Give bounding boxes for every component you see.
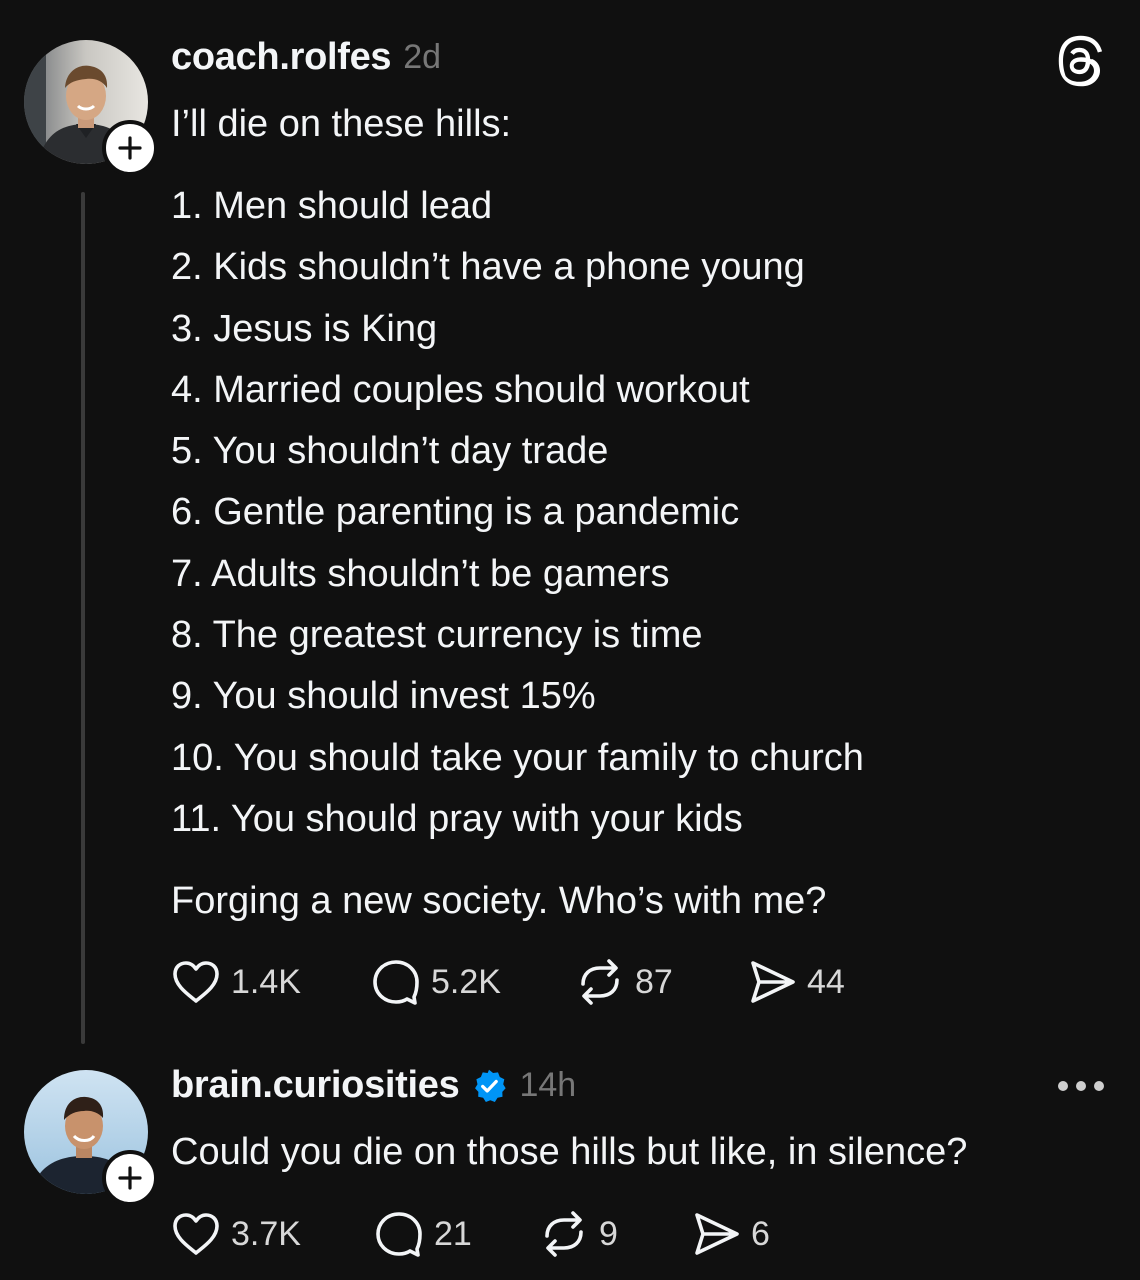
reply-button[interactable]: 21 [374,1206,472,1262]
reply-count: 5.2K [431,962,501,1001]
share-count: 6 [751,1214,770,1253]
list-item: 1. Men should lead [171,185,493,227]
reply-button[interactable]: 5.2K [371,954,501,1010]
list-item: 9. You should invest 15% [171,675,596,718]
repost-button[interactable]: 87 [575,954,673,1010]
more-options-button[interactable] [1058,1081,1104,1091]
more-icon [1076,1081,1086,1091]
author-avatar[interactable] [24,40,158,176]
reply-actions: 3.7K 21 9 6 [171,1206,971,1262]
hills-list: 1. Men should lead 2. Kids shouldn’t hav… [171,183,864,857]
comment-icon [376,1212,422,1257]
post-header: coach.rolfes 2d [171,36,441,79]
like-count: 3.7K [231,1214,301,1253]
author-username[interactable]: coach.rolfes [171,36,392,79]
threads-logo-icon[interactable] [1054,34,1104,93]
comment-icon [373,960,419,1005]
repost-count: 87 [635,962,673,1001]
plus-icon [118,136,142,160]
share-button[interactable]: 44 [747,954,845,1010]
plus-icon [118,1166,142,1190]
follow-button[interactable] [102,120,158,176]
thread-post: coach.rolfes 2d I’ll die on these hills:… [0,0,1140,1060]
list-item: 8. The greatest currency is time [171,614,703,657]
reply-header: brain.curiosities 14h [171,1064,576,1107]
repost-button[interactable]: 9 [539,1206,618,1262]
post-closing: Forging a new society. Who’s with me? [171,880,827,922]
list-item: 4. Married couples should workout [171,368,750,411]
verified-badge-icon [471,1068,507,1104]
reply-post: brain.curiosities 14h Could you die on t… [0,1060,1140,1280]
share-button[interactable]: 6 [691,1206,770,1262]
more-icon [1058,1081,1068,1091]
repost-icon [581,959,619,1005]
list-item: 3. Jesus is King [171,307,438,350]
more-icon [1094,1081,1104,1091]
follow-button[interactable] [102,1150,158,1206]
share-count: 44 [807,962,845,1001]
list-item: 5. You shouldn’t day trade [171,430,609,473]
reply-count: 21 [434,1214,472,1253]
post-intro: I’ll die on these hills: [171,103,512,145]
post-actions: 1.4K 5.2K 87 44 [171,954,971,1010]
list-item: 10. You should take your family to churc… [171,736,864,779]
list-item: 2. Kids shouldn’t have a phone young [171,246,805,289]
repost-icon [545,1211,583,1257]
like-count: 1.4K [231,962,301,1001]
reply-text: Could you die on those hills but like, i… [171,1131,968,1173]
list-item: 7. Adults shouldn’t be gamers [171,552,670,595]
post-timestamp[interactable]: 2d [403,38,441,77]
like-button[interactable]: 1.4K [171,954,301,1010]
heart-icon [173,961,219,1003]
like-button[interactable]: 3.7K [171,1206,301,1262]
list-item: 11. You should pray with your kids [171,797,743,840]
thread-connector-line [81,192,85,1044]
send-icon [751,961,795,1003]
heart-icon [173,1213,219,1255]
list-item: 6. Gentle parenting is a pandemic [171,491,740,534]
send-icon [695,1213,739,1255]
reply-author-avatar[interactable] [24,1070,158,1206]
repost-count: 9 [599,1214,618,1253]
reply-username[interactable]: brain.curiosities [171,1064,460,1107]
reply-timestamp[interactable]: 14h [519,1066,576,1105]
